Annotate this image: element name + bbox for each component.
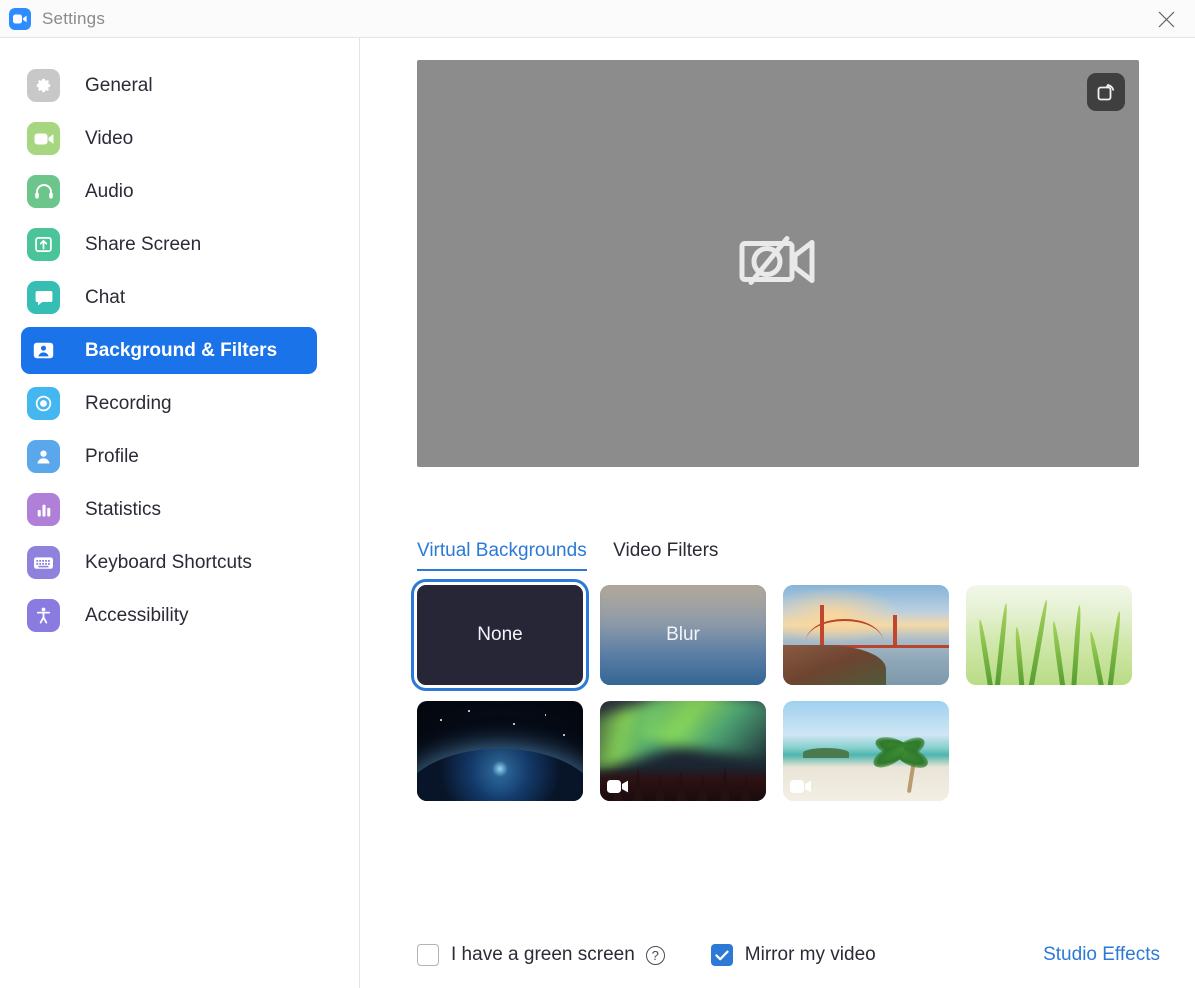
star: [440, 719, 442, 721]
background-option-label: Blur: [666, 624, 700, 646]
bridge-cable: [806, 619, 882, 641]
sidebar-item-label: Share Screen: [85, 234, 201, 256]
grass-blade: [995, 603, 1009, 685]
sidebar-item-video[interactable]: Video: [21, 115, 317, 162]
grass-blade: [1028, 599, 1049, 685]
check-icon: [715, 950, 729, 961]
background-option-aurora[interactable]: [600, 701, 766, 801]
sidebar-item-profile[interactable]: Profile: [21, 433, 317, 480]
tree: [741, 775, 751, 801]
sidebar-item-label: Recording: [85, 393, 172, 415]
background-footer-controls: I have a green screen ? Mirror my video …: [360, 923, 1195, 987]
grass-blade: [977, 619, 993, 685]
chat-icon: [27, 281, 60, 314]
rotate-camera-button[interactable]: [1087, 73, 1125, 111]
sidebar-item-label: Video: [85, 128, 133, 150]
mirror-video-checkbox[interactable]: [711, 944, 733, 966]
headset-icon: [27, 175, 60, 208]
upload-icon: [27, 228, 60, 261]
grass-blade: [1051, 621, 1066, 685]
rotate-camera-icon: [1095, 81, 1117, 103]
tab-video-filters[interactable]: Video Filters: [613, 540, 718, 569]
sidebar-item-background-and-filters[interactable]: Background & Filters: [21, 327, 317, 374]
sidebar-item-label: Keyboard Shortcuts: [85, 552, 252, 574]
sidebar-item-chat[interactable]: Chat: [21, 274, 317, 321]
sidebar-item-label: Audio: [85, 181, 134, 203]
keyboard-icon: [27, 546, 60, 579]
sidebar-item-label: Statistics: [85, 499, 161, 521]
help-icon[interactable]: ?: [646, 946, 665, 965]
background-option-beach[interactable]: [783, 701, 949, 801]
mirror-video-label: Mirror my video: [745, 944, 876, 966]
tree: [698, 775, 708, 801]
video-badge-icon: [607, 779, 629, 794]
green-screen-checkbox-group[interactable]: I have a green screen: [417, 944, 635, 966]
background-thumbnails: None Blur: [417, 585, 1195, 835]
person-icon: [27, 440, 60, 473]
background-option-blur[interactable]: Blur: [600, 585, 766, 685]
background-option-earth[interactable]: [417, 701, 583, 801]
tree: [655, 775, 665, 801]
beach-island: [803, 748, 849, 758]
tree: [633, 769, 643, 801]
grass-blade: [1088, 631, 1104, 685]
video-badge-icon: [790, 779, 812, 794]
earth-limb: [417, 749, 583, 801]
record-icon: [27, 387, 60, 420]
sidebar-item-accessibility[interactable]: Accessibility: [21, 592, 317, 639]
close-icon: [1158, 11, 1175, 28]
star: [563, 734, 565, 736]
camera-off-icon: [739, 230, 817, 297]
close-button[interactable]: [1137, 0, 1195, 38]
sidebar-item-keyboard-shortcuts[interactable]: Keyboard Shortcuts: [21, 539, 317, 586]
settings-sidebar: General Video Audio Share Screen Chat: [0, 38, 360, 988]
sidebar-item-recording[interactable]: Recording: [21, 380, 317, 427]
tab-virtual-backgrounds[interactable]: Virtual Backgrounds: [417, 540, 587, 571]
sidebar-item-general[interactable]: General: [21, 62, 317, 109]
settings-content: Virtual Backgrounds Video Filters None B…: [360, 38, 1195, 988]
background-option-bridge[interactable]: [783, 585, 949, 685]
sidebar-item-audio[interactable]: Audio: [21, 168, 317, 215]
video-preview: [417, 60, 1139, 467]
sidebar-item-label: Accessibility: [85, 605, 188, 627]
background-option-grass[interactable]: [966, 585, 1132, 685]
tree: [676, 771, 686, 801]
person-card-icon: [27, 334, 60, 367]
sidebar-item-label: Chat: [85, 287, 125, 309]
window-title: Settings: [42, 9, 105, 29]
zoom-camera-icon: [9, 8, 31, 30]
star: [545, 714, 547, 716]
gear-icon: [27, 69, 60, 102]
bar-chart-icon: [27, 493, 60, 526]
sidebar-item-statistics[interactable]: Statistics: [21, 486, 317, 533]
star: [468, 710, 470, 712]
sidebar-item-label: Background & Filters: [85, 340, 277, 362]
background-option-none[interactable]: None: [417, 585, 583, 685]
studio-effects-link[interactable]: Studio Effects: [1043, 944, 1160, 966]
sidebar-item-label: General: [85, 75, 153, 97]
sidebar-item-label: Profile: [85, 446, 139, 468]
grass-blade: [1071, 605, 1082, 685]
mirror-video-checkbox-group[interactable]: Mirror my video: [711, 944, 876, 966]
background-option-label: None: [477, 624, 522, 646]
title-bar: Settings: [0, 0, 1195, 38]
video-icon: [27, 122, 60, 155]
bridge-rock: [783, 645, 886, 685]
green-screen-label: I have a green screen: [451, 944, 635, 966]
background-tabs: Virtual Backgrounds Video Filters: [417, 540, 1139, 580]
grass-blade: [1015, 627, 1026, 685]
star: [513, 723, 515, 725]
settings-body: General Video Audio Share Screen Chat: [0, 38, 1195, 988]
grass-blade: [1107, 611, 1122, 685]
green-screen-checkbox[interactable]: [417, 944, 439, 966]
bridge-tower: [893, 615, 897, 648]
sidebar-item-share-screen[interactable]: Share Screen: [21, 221, 317, 268]
accessibility-icon: [27, 599, 60, 632]
tree: [720, 767, 730, 801]
